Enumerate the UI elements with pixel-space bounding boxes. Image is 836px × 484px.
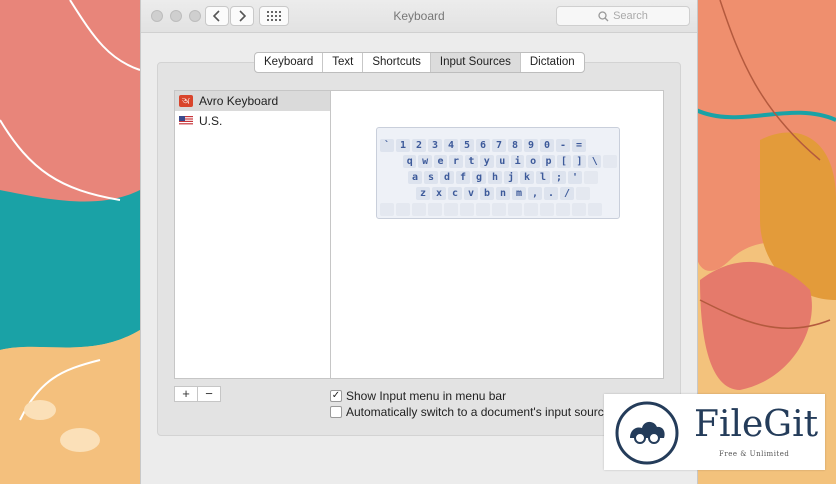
keycap: v <box>464 187 478 200</box>
keycap: 7 <box>492 139 506 152</box>
keycap: \ <box>588 155 602 168</box>
keycap: e <box>433 155 448 168</box>
keycap: ] <box>572 155 587 168</box>
keycap: w <box>418 155 432 168</box>
keycap: q <box>403 155 417 168</box>
keycap-blank <box>492 203 506 216</box>
remove-input-source-button[interactable]: − <box>198 387 220 401</box>
keycap-blank <box>444 203 458 216</box>
auto-switch-checkbox[interactable] <box>330 406 342 418</box>
list-item-label: U.S. <box>199 114 223 128</box>
input-sources-list: অ Avro Keyboard U.S. <box>174 90 331 379</box>
filegit-wordmark: FileGit <box>694 404 819 445</box>
auto-switch-label: Automatically switch to a document's inp… <box>346 405 611 419</box>
keycap: , <box>528 187 542 200</box>
keycap: k <box>520 171 534 184</box>
show-input-menu-option[interactable]: ✓ Show Input menu in menu bar <box>330 389 506 403</box>
tab-input-sources[interactable]: Input Sources <box>430 53 521 72</box>
list-item-us[interactable]: U.S. <box>175 111 330 131</box>
keycap-blank <box>428 203 442 216</box>
keycap: u <box>495 155 509 168</box>
keycap: s <box>424 171 438 184</box>
keycap: d <box>440 171 454 184</box>
keyboard-layout-preview: ` 1 2 3 4 5 6 7 8 9 0- = q w e r t y u i o p[] \ a s d f g h j k l; ' … <box>376 127 620 219</box>
list-item-label: Avro Keyboard <box>199 94 279 108</box>
keycap-blank <box>572 203 586 216</box>
keycap-blank <box>380 203 394 216</box>
keycap: ` <box>380 139 394 152</box>
keycap: c <box>448 187 462 200</box>
tab-keyboard[interactable]: Keyboard <box>255 53 324 72</box>
keycap-blank <box>396 203 410 216</box>
list-edit-buttons: + − <box>174 386 221 402</box>
keyboard-preview-panel: ` 1 2 3 4 5 6 7 8 9 0- = q w e r t y u i o p[] \ a s d f g h j k l; ' … <box>330 90 664 379</box>
show-input-menu-label: Show Input menu in menu bar <box>346 389 507 403</box>
auto-switch-option[interactable]: Automatically switch to a document's inp… <box>330 405 610 419</box>
us-flag-icon <box>179 116 193 126</box>
keycap: 6 <box>476 139 490 152</box>
keycap: m <box>512 187 526 200</box>
keycap: ; <box>552 171 566 184</box>
show-input-menu-checkbox[interactable]: ✓ <box>330 390 342 402</box>
search-placeholder: Search <box>613 10 648 22</box>
add-input-source-button[interactable]: + <box>175 387 198 401</box>
keycap-blank <box>476 203 490 216</box>
keycap-blank <box>588 203 602 216</box>
keycap: ' <box>568 171 582 184</box>
keycap: 3 <box>428 139 442 152</box>
keycap: j <box>504 171 518 184</box>
keycap: . <box>544 187 558 200</box>
search-icon <box>598 10 609 21</box>
keycap: [ <box>557 155 571 168</box>
title-bar: Keyboard Search <box>141 0 697 33</box>
keycap-blank <box>540 203 554 216</box>
keycap-blank <box>556 203 570 216</box>
keycap: f <box>456 171 470 184</box>
list-item-avro-keyboard[interactable]: অ Avro Keyboard <box>175 91 330 111</box>
keycap: 9 <box>524 139 538 152</box>
keycap: - <box>556 139 570 152</box>
keycap: = <box>572 139 586 152</box>
tab-text[interactable]: Text <box>323 53 364 72</box>
keycap-blank <box>524 203 538 216</box>
filegit-tagline: Free & Unlimited <box>719 450 790 458</box>
keycap: 5 <box>460 139 474 152</box>
tab-shortcuts[interactable]: Shortcuts <box>363 53 431 72</box>
keycap: g <box>472 171 486 184</box>
keycap: l <box>536 171 550 184</box>
tab-bar: Keyboard Text Shortcuts Input Sources Di… <box>254 52 585 73</box>
keycap: 1 <box>396 139 410 152</box>
filegit-emblem-icon <box>615 401 679 465</box>
keycap: b <box>480 187 494 200</box>
keycap: t <box>464 155 479 168</box>
keycap: z <box>416 187 430 200</box>
keycap-blank <box>460 203 474 216</box>
keycap-blank <box>576 187 590 200</box>
filegit-logo: FileGit Free & Unlimited <box>604 394 825 470</box>
keycap-blank <box>584 171 598 184</box>
search-field[interactable]: Search <box>556 6 690 26</box>
keycap-blank <box>412 203 426 216</box>
keycap: o <box>526 155 540 168</box>
avro-keyboard-icon: অ <box>179 95 193 107</box>
keycap: i <box>510 155 525 168</box>
keycap: 4 <box>444 139 458 152</box>
keycap: 8 <box>508 139 522 152</box>
keycap: 2 <box>412 139 426 152</box>
keycap-blank <box>508 203 522 216</box>
keycap: / <box>560 187 574 200</box>
keycap: h <box>488 171 502 184</box>
keycap: p <box>541 155 556 168</box>
keycap: y <box>480 155 494 168</box>
keycap: n <box>496 187 510 200</box>
keycap: 0 <box>540 139 554 152</box>
keycap: a <box>408 171 422 184</box>
keycap: x <box>432 187 446 200</box>
tab-dictation[interactable]: Dictation <box>521 53 584 72</box>
keycap-blank <box>603 155 617 168</box>
keycap: r <box>449 155 463 168</box>
